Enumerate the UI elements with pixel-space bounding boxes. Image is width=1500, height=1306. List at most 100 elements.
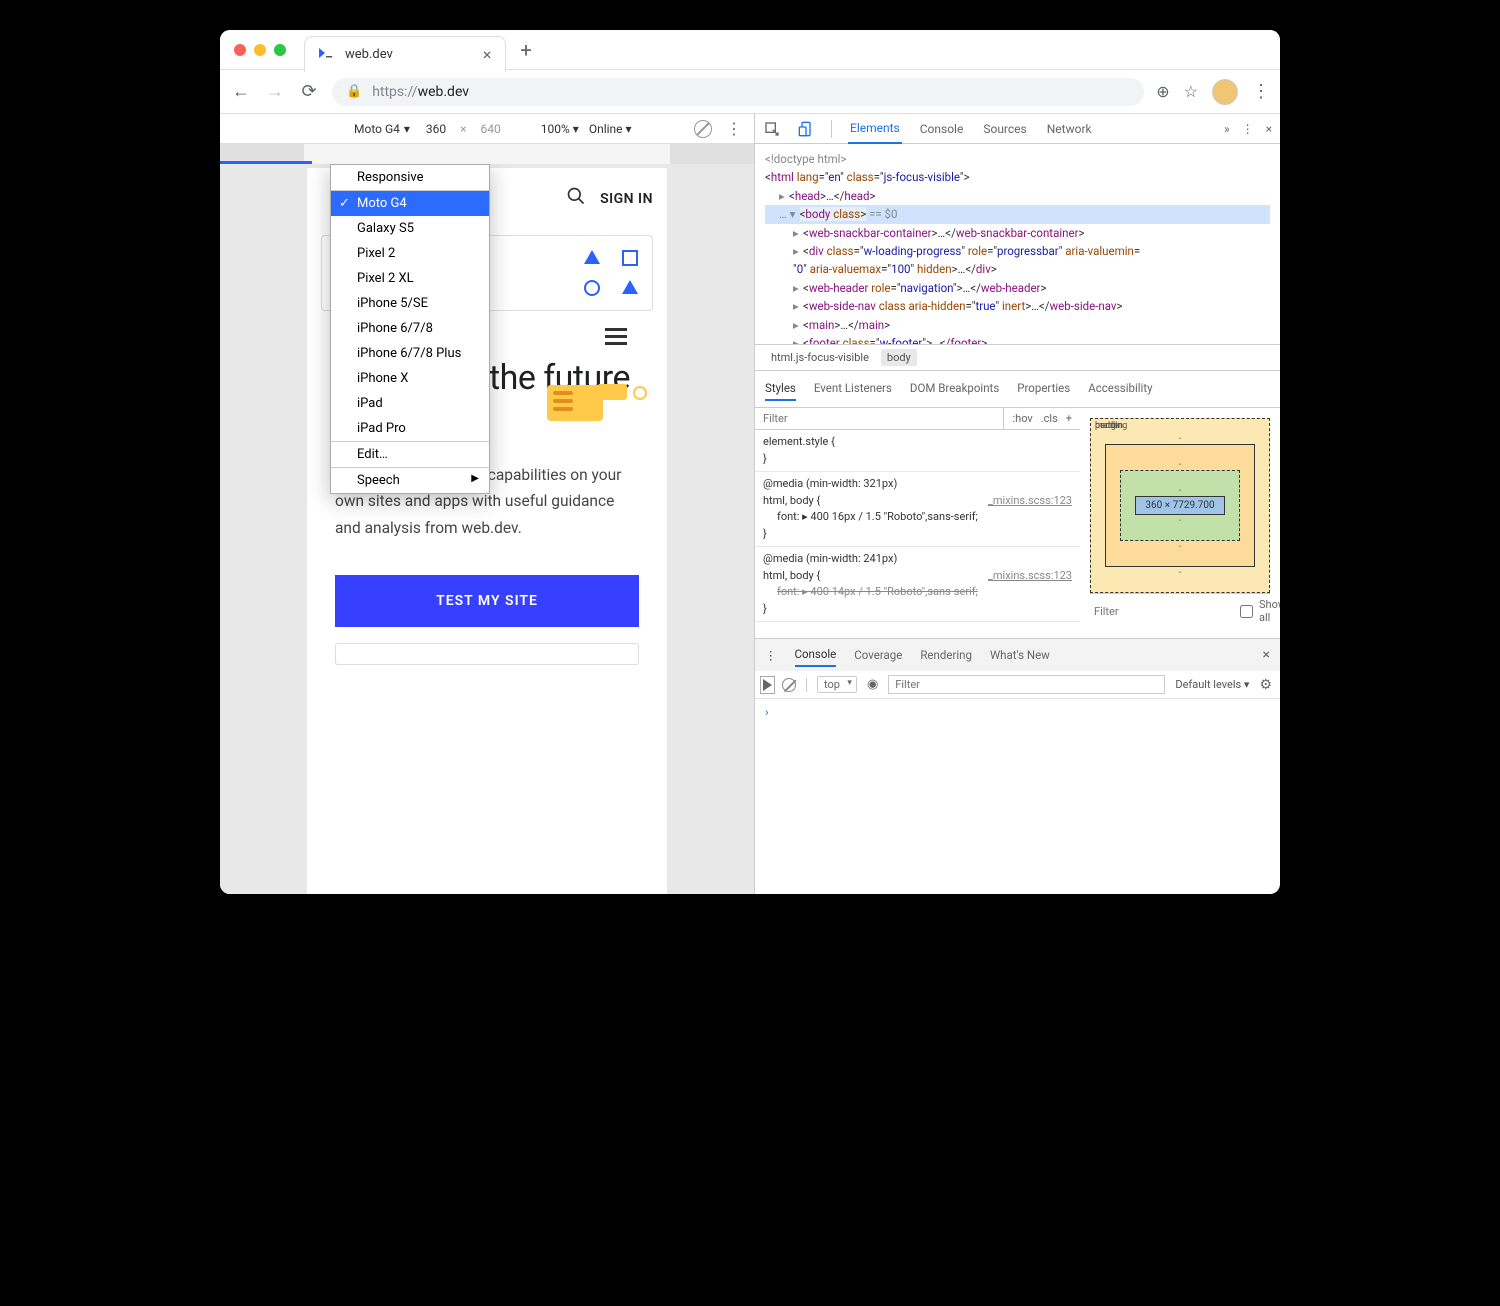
device-mode-toggle-icon[interactable] — [797, 120, 815, 138]
close-devtools-icon[interactable]: × — [1266, 122, 1272, 136]
device-option-edit[interactable]: Edit… — [331, 441, 489, 467]
tab-styles[interactable]: Styles — [765, 377, 796, 401]
tab-properties[interactable]: Properties — [1017, 377, 1070, 401]
dom-breadcrumbs: html.js-focus-visible body — [755, 344, 1280, 371]
new-rule-icon[interactable]: + — [1066, 412, 1072, 425]
device-option-moto-g4[interactable]: Moto G4 — [331, 190, 489, 216]
circle-icon — [584, 280, 600, 296]
inspect-element-icon[interactable] — [763, 120, 781, 138]
elements-dom-tree[interactable]: <!doctype html> <html lang="en" class="j… — [755, 144, 1280, 344]
console-settings-icon[interactable]: ⚙ — [1259, 677, 1272, 693]
triangle-icon — [584, 250, 600, 264]
close-drawer-icon[interactable]: × — [1263, 647, 1270, 663]
styles-filter-input[interactable] — [755, 408, 1003, 429]
caret-down-icon: ▾ — [404, 122, 410, 136]
show-all-label: Show all — [1259, 598, 1280, 624]
tab-elements[interactable]: Elements — [848, 114, 902, 144]
crumb-body[interactable]: body — [881, 349, 917, 366]
device-option-galaxy-s5[interactable]: Galaxy S5 — [331, 216, 489, 241]
menu-illustration — [547, 328, 627, 421]
devtools-menu-icon[interactable]: ⋮ — [1242, 122, 1254, 136]
tab-network[interactable]: Network — [1045, 115, 1094, 143]
box-model-content: 360 × 7729.700 — [1135, 496, 1225, 515]
drawer-tab-console[interactable]: Console — [795, 643, 837, 667]
styles-tabbar: Styles Event Listeners DOM Breakpoints P… — [755, 371, 1280, 408]
url-field[interactable]: 🔒 https://web.dev — [332, 78, 1144, 106]
sign-in-button[interactable]: SIGN IN — [600, 191, 653, 207]
rotate-icon[interactable] — [694, 120, 712, 138]
console-context-selector[interactable]: top — [817, 676, 857, 693]
device-option-iphone-5se[interactable]: iPhone 5/SE — [331, 291, 489, 316]
log-levels-selector[interactable]: Default levels ▾ — [1175, 678, 1249, 691]
minimize-window-button[interactable] — [254, 44, 266, 56]
drawer-tabbar: ⋮ Console Coverage Rendering What's New … — [755, 638, 1280, 671]
back-button[interactable]: ← — [230, 81, 252, 103]
device-option-iphone-678-plus[interactable]: iPhone 6/7/8 Plus — [331, 341, 489, 366]
crumb-html[interactable]: html.js-focus-visible — [765, 349, 875, 366]
tab-event-listeners[interactable]: Event Listeners — [814, 377, 892, 401]
tab-sources[interactable]: Sources — [981, 115, 1028, 143]
close-window-button[interactable] — [234, 44, 246, 56]
bookmark-icon[interactable]: ☆ — [1184, 82, 1198, 101]
viewport-height[interactable]: 640 — [481, 122, 501, 136]
tab-title: web.dev — [345, 47, 393, 62]
search-icon[interactable] — [566, 186, 586, 211]
drawer-menu-icon[interactable]: ⋮ — [765, 648, 777, 662]
computed-filter-input[interactable] — [1094, 605, 1234, 618]
viewport-width[interactable]: 360 — [426, 122, 446, 136]
device-option-iphone-x[interactable]: iPhone X — [331, 366, 489, 391]
reload-button[interactable]: ⟳ — [298, 81, 320, 103]
css-rule-media-321[interactable]: @media (min-width: 321px) html, body {_m… — [755, 472, 1080, 547]
network-selector[interactable]: Online ▾ — [589, 122, 632, 136]
device-mode-panel: Moto G4 ▾ 360 × 640 100% ▾ Online ▾ ⋮ — [220, 114, 755, 894]
device-more-icon[interactable]: ⋮ — [722, 119, 746, 138]
dom-doctype: <!doctype html> — [765, 150, 1270, 168]
console-output[interactable]: › — [755, 699, 1280, 869]
device-option-pixel-2-xl[interactable]: Pixel 2 XL — [331, 266, 489, 291]
new-tab-button[interactable]: + — [520, 38, 531, 62]
browser-tab[interactable]: web.dev × — [304, 36, 506, 72]
device-option-ipad-pro[interactable]: iPad Pro — [331, 416, 489, 441]
clear-console-icon[interactable] — [782, 678, 796, 692]
tab-dom-breakpoints[interactable]: DOM Breakpoints — [910, 377, 999, 401]
chrome-menu-icon[interactable]: ⋮ — [1252, 81, 1270, 102]
zoom-window-button[interactable] — [274, 44, 286, 56]
hov-toggle[interactable]: :hov — [1012, 412, 1032, 425]
drawer-tab-whatsnew[interactable]: What's New — [990, 644, 1050, 666]
live-expression-icon[interactable] — [763, 679, 772, 691]
lock-icon: 🔒 — [346, 84, 362, 99]
device-option-speech[interactable]: Speech — [331, 467, 489, 493]
favicon-icon — [319, 46, 335, 62]
more-tabs-icon[interactable]: » — [1224, 122, 1230, 136]
forward-button[interactable]: → — [264, 81, 286, 103]
drawer-tab-rendering[interactable]: Rendering — [920, 644, 972, 666]
device-option-responsive[interactable]: Responsive — [331, 165, 489, 190]
tab-accessibility[interactable]: Accessibility — [1088, 377, 1152, 401]
close-tab-icon[interactable]: × — [483, 45, 492, 64]
card-placeholder — [335, 643, 639, 665]
titlebar: web.dev × + — [220, 30, 1280, 70]
device-option-pixel-2[interactable]: Pixel 2 — [331, 241, 489, 266]
content-area: Moto G4 ▾ 360 × 640 100% ▾ Online ▾ ⋮ — [220, 114, 1280, 894]
device-selector[interactable]: Moto G4 ▾ — [348, 120, 416, 138]
device-dropdown-menu: Responsive Moto G4 Galaxy S5 Pixel 2 Pix… — [330, 164, 490, 494]
cls-toggle[interactable]: .cls — [1041, 412, 1058, 425]
devtools-toolbar: Elements Console Sources Network » ⋮ × — [755, 114, 1280, 144]
url-text: https://web.dev — [372, 84, 469, 100]
css-rule-media-241[interactable]: @media (min-width: 241px) html, body {_m… — [755, 547, 1080, 622]
css-rule-element-style[interactable]: element.style { } — [755, 430, 1080, 472]
console-filter-input[interactable] — [888, 675, 1165, 694]
device-option-ipad[interactable]: iPad — [331, 391, 489, 416]
box-model: margin - border - padding - 360 × 7729.7… — [1080, 408, 1280, 638]
test-my-site-button[interactable]: TEST MY SITE — [335, 575, 639, 627]
install-icon[interactable]: ⊕ — [1156, 82, 1169, 101]
profile-avatar[interactable] — [1212, 79, 1238, 105]
tab-console[interactable]: Console — [918, 115, 966, 143]
device-option-iphone-678[interactable]: iPhone 6/7/8 — [331, 316, 489, 341]
show-all-checkbox[interactable] — [1240, 605, 1253, 618]
dimension-separator: × — [456, 122, 470, 136]
create-live-expression-icon[interactable]: ◉ — [867, 677, 878, 692]
zoom-selector[interactable]: 100% ▾ — [541, 122, 579, 136]
drawer-tab-coverage[interactable]: Coverage — [854, 644, 902, 666]
console-toolbar: top ◉ Default levels ▾ ⚙ — [755, 671, 1280, 699]
